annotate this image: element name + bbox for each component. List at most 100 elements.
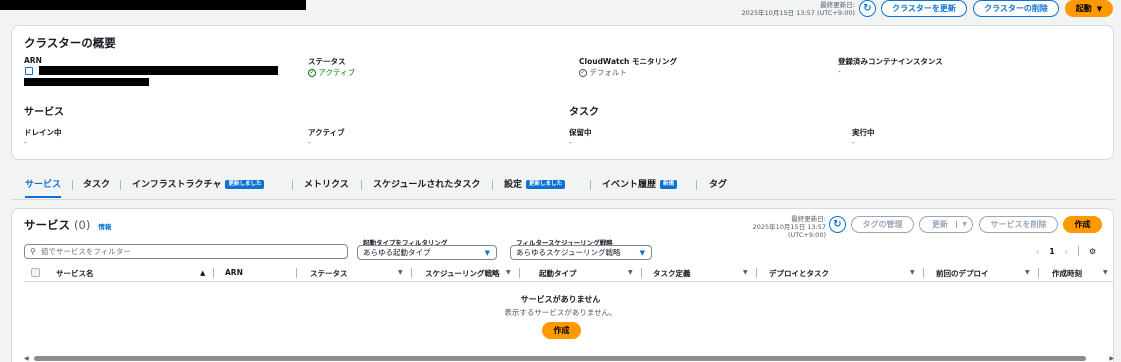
tab-label: 設定	[504, 180, 523, 190]
status-value: ✓ アクティブ	[308, 67, 355, 78]
tab-event-history[interactable]: イベント履歴 新規	[602, 178, 678, 198]
service-search-field[interactable]: ⚲	[24, 244, 348, 259]
draining-label: ドレイン中	[24, 128, 62, 137]
chevron-right-icon[interactable]: ›	[1065, 247, 1068, 256]
sort-icon[interactable]: ▼	[506, 269, 511, 276]
chevron-left-icon[interactable]: ‹	[1036, 247, 1039, 256]
scroll-right-icon[interactable]: ▶	[1109, 355, 1114, 362]
update-service-button[interactable]: 更新 ▼	[919, 216, 973, 233]
col-status[interactable]: ステータス	[310, 268, 348, 279]
services-last-updated: 最終更新日: 2025年10月15日 13:57 (UTC+9:00)	[718, 215, 826, 239]
services-title-text: サービス	[24, 218, 70, 232]
sort-icon[interactable]: ▼	[398, 269, 403, 276]
services-refresh-button[interactable]: ↻	[829, 216, 846, 233]
tab-divider	[590, 180, 591, 190]
select-all-checkbox[interactable]	[31, 268, 40, 277]
tab-divider	[120, 180, 121, 190]
cloudwatch-label: CloudWatch モニタリング	[579, 57, 677, 66]
empty-create-button[interactable]: 作成	[542, 322, 581, 339]
column-divider[interactable]	[756, 268, 757, 278]
empty-state-title: サービスがありません	[520, 295, 601, 304]
info-link[interactable]: 情報	[98, 223, 111, 231]
delete-cluster-button[interactable]: クラスターの削除	[973, 0, 1059, 17]
page-number[interactable]: 1	[1049, 247, 1055, 256]
last-updated: 最終更新日: 2025年10月15日 13:57 (UTC+9:00)	[742, 1, 855, 17]
column-divider[interactable]	[519, 268, 520, 278]
col-deployments-tasks[interactable]: デプロイとタスク	[769, 268, 829, 279]
services-section-title: サービス	[24, 107, 64, 118]
column-divider[interactable]	[296, 268, 297, 278]
search-icon: ⚲	[30, 247, 36, 256]
update-service-label: 更新	[932, 220, 948, 229]
update-cluster-button[interactable]: クラスターを更新	[881, 0, 967, 17]
tab-tasks[interactable]: タスク	[83, 178, 110, 198]
column-divider[interactable]	[923, 268, 924, 278]
delete-cluster-label: クラスターの削除	[984, 4, 1048, 13]
search-input[interactable]	[40, 247, 291, 256]
redacted-arn	[39, 66, 278, 75]
tab-divider	[492, 180, 493, 190]
col-last-deployment[interactable]: 前回のデプロイ	[936, 268, 989, 279]
sort-ascending-icon[interactable]: ▲	[200, 269, 205, 277]
tab-label: インフラストラクチャ	[132, 180, 222, 190]
services-title: サービス (0) 情報	[24, 217, 111, 233]
running-value: -	[852, 138, 855, 147]
tab-services[interactable]: サービス	[25, 178, 62, 198]
tab-configuration[interactable]: 設定 更新しました	[504, 178, 566, 198]
tab-label: スケジュールされたタスク	[373, 180, 481, 190]
column-divider[interactable]	[641, 268, 642, 278]
col-created-at[interactable]: 作成時刻	[1052, 268, 1082, 279]
running-label: 実行中	[852, 128, 875, 137]
active-label: アクティブ	[308, 128, 345, 137]
status-text: アクティブ	[318, 68, 356, 77]
horizontal-scrollbar[interactable]: ◀ ▶	[24, 355, 1114, 362]
sort-icon[interactable]: ▼	[1103, 269, 1108, 276]
tab-divider	[696, 180, 697, 190]
scroll-left-icon[interactable]: ◀	[24, 355, 29, 362]
launch-button[interactable]: 起動 ▼	[1065, 0, 1113, 17]
col-scheduling-strategy[interactable]: スケジューリング戦略	[425, 268, 499, 279]
col-launch-type[interactable]: 起動タイプ	[539, 268, 577, 279]
cloudwatch-value: ✓ デフォルト	[579, 67, 627, 78]
gear-icon[interactable]: ⚙	[1089, 247, 1096, 256]
launch-label: 起動	[1075, 4, 1092, 13]
delete-service-button[interactable]: サービスを削除	[979, 216, 1058, 233]
tasks-section-title: タスク	[569, 107, 599, 118]
updated-badge: 更新しました	[225, 180, 265, 189]
tab-infrastructure[interactable]: インフラストラクチャ 更新しました	[132, 178, 265, 198]
tab-label: イベント履歴	[602, 180, 657, 190]
refresh-button[interactable]: ↻	[859, 0, 876, 17]
sort-icon[interactable]: ▼	[1025, 269, 1030, 276]
col-task-definition[interactable]: タスク定義	[653, 268, 691, 279]
caret-down-icon: ▼	[639, 248, 645, 257]
tab-metrics[interactable]: メトリクス	[304, 178, 349, 198]
empty-state-description: 表示するサービスがありません。	[504, 308, 617, 317]
tab-divider	[292, 180, 293, 190]
column-divider[interactable]	[213, 268, 214, 278]
cluster-overview-card: クラスターの概要 ARN ステータス ✓ アクティブ CloudWatch モニ…	[11, 25, 1114, 160]
table-header: サービス名 ▲ ARN ステータス ▼ スケジューリング戦略 ▼ 起動タイプ ▼…	[24, 264, 1114, 282]
check-circle-icon: ✓	[308, 69, 316, 77]
redacted-arn-2	[24, 78, 149, 86]
caret-down-icon: ▼	[956, 221, 967, 228]
caret-down-icon: ▼	[1096, 4, 1103, 13]
manage-tags-button[interactable]: タグの管理	[851, 216, 914, 233]
col-arn[interactable]: ARN	[225, 268, 243, 277]
launch-type-select[interactable]: あらゆる起動タイプ ▼	[357, 245, 497, 260]
tab-tags[interactable]: タグ	[709, 178, 727, 198]
col-service-name[interactable]: サービス名	[56, 268, 94, 279]
tab-scheduled-tasks[interactable]: スケジュールされたタスク	[373, 178, 480, 198]
create-service-button[interactable]: 作成	[1063, 216, 1102, 233]
copy-icon[interactable]	[25, 67, 33, 75]
sort-icon[interactable]: ▼	[628, 269, 633, 276]
column-divider[interactable]	[411, 268, 412, 278]
top-bar: 最終更新日: 2025年10月15日 13:57 (UTC+9:00) ↻ クラ…	[0, 0, 1121, 20]
sort-icon[interactable]: ▼	[743, 269, 748, 276]
sort-icon[interactable]: ▼	[910, 269, 915, 276]
cluster-tabs: サービス タスク インフラストラクチャ 更新しました メトリクス スケジュールされ…	[11, 176, 1115, 200]
update-cluster-label: クラスターを更新	[892, 4, 956, 13]
manage-tags-label: タグの管理	[862, 220, 903, 229]
column-divider[interactable]	[1038, 268, 1039, 278]
scrollbar-thumb[interactable]	[34, 356, 1086, 361]
scheduling-strategy-select[interactable]: あらゆるスケジューリング戦略 ▼	[510, 245, 652, 260]
